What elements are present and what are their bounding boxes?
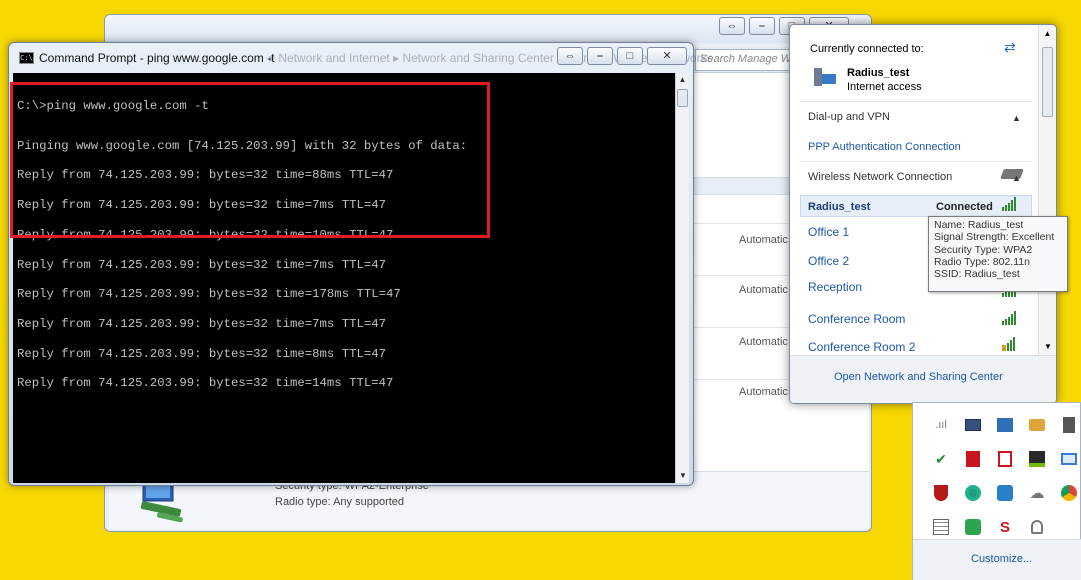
flyout-scrollbar[interactable]: ▲ ▼ [1038,25,1056,355]
pdf-reader-icon[interactable] [995,449,1015,469]
connect-mode: Automatic [739,234,788,246]
network-tooltip: Name: Radius_test Signal Strength: Excel… [928,216,1068,292]
signal-bars-icon [1002,197,1016,211]
tray-footer: Customize... [913,539,1081,580]
network-bars-icon[interactable]: .ııl [931,415,951,435]
maximize-button[interactable]: □ [617,47,643,65]
collapse-icon[interactable]: ▲ [1012,173,1021,183]
console-line: Reply from 74.125.203.99: bytes=32 time=… [17,316,386,331]
gpu-icon[interactable] [1027,517,1047,537]
radio-type-label: Radio type: Any supported [275,496,405,508]
connect-mode: Automatic [739,336,788,348]
close-button[interactable]: ✕ [647,47,687,65]
network-item-conference-room-2[interactable]: Conference Room 2 [808,340,915,354]
shield-signal-icon [1002,337,1015,351]
divider [800,101,1032,102]
scroll-thumb[interactable] [1042,47,1053,117]
network-item-conference-room[interactable]: Conference Room [808,312,905,326]
network-flyout: Currently connected to: ⇄ Radius_test In… [789,24,1057,404]
dialup-section-header[interactable]: Dial-up and VPN [808,111,890,123]
tooltip-security: Security Type: WPA2 [934,243,1033,256]
divider [800,161,1032,162]
cmd-window-controls: ⇔ ⎯ □ ✕ [557,47,687,65]
cmd-app-icon: C:\ [19,52,34,64]
device-icon[interactable] [1059,415,1079,435]
customize-link[interactable]: Customize... [971,553,1032,565]
shield-check-icon[interactable]: ✔ [931,449,951,469]
signal-bars-icon [1002,311,1016,325]
remote-icon[interactable] [995,483,1015,503]
console-line: Reply from 74.125.203.99: bytes=32 time=… [17,346,386,361]
network-item-office-2[interactable]: Office 2 [808,254,849,268]
current-network-status: Internet access [847,81,922,93]
highlight-annotation [10,82,490,238]
open-network-center-link[interactable]: Open Network and Sharing Center [834,371,1003,383]
mcafee-icon[interactable] [931,483,951,503]
console-line: Reply from 74.125.203.99: bytes=32 time=… [17,287,401,302]
refresh-icon[interactable]: ⇄ [1004,39,1016,56]
tooltip-radio: Radio Type: 802.11n [934,255,1030,268]
network-icon [814,68,836,86]
connect-mode: Automatic [739,284,788,296]
grid-icon[interactable] [931,517,951,537]
cmd-window-title: Command Prompt - ping www.google.com -t [39,51,275,65]
sync-icon[interactable]: S [995,517,1015,537]
pdf-icon[interactable] [963,449,983,469]
console-scrollbar[interactable]: ▲ ▼ [675,73,689,483]
scroll-up-icon[interactable]: ▲ [1039,25,1056,38]
scroll-down-icon[interactable]: ▼ [676,469,690,483]
current-network-name: Radius_test [847,67,910,79]
flyout-footer: Open Network and Sharing Center [790,355,1056,403]
monitor-icon[interactable] [963,415,983,435]
display-icon[interactable] [995,415,1015,435]
chrome-color-icon[interactable] [1059,483,1079,503]
tooltip-name: Name: Radius_test [934,219,1024,231]
snap-button[interactable]: ⇔ [719,17,745,35]
tooltip-signal: Signal Strength: Excellent [934,231,1055,244]
tray-icon-grid: .ııl ✔ ☁ S [931,415,1079,537]
wireless-section-header[interactable]: Wireless Network Connection [808,171,952,183]
scroll-thumb[interactable] [677,89,688,107]
tooltip-ssid: SSID: Radius_test [934,268,1020,281]
folder-icon[interactable] [1027,415,1047,435]
messenger-icon[interactable] [963,517,983,537]
network-item-office-1[interactable]: Office 1 [808,225,849,239]
minimize-button[interactable]: ⎯ [749,17,775,35]
connect-mode: Automatic [739,386,788,398]
scroll-down-icon[interactable]: ▼ [1039,342,1056,351]
minimize-button[interactable]: ⎯ [587,47,613,65]
console-line: Reply from 74.125.203.99: bytes=32 time=… [17,257,386,272]
ppp-connection-item[interactable]: PPP Authentication Connection [808,141,961,153]
connected-label: Connected [936,201,993,213]
nvidia-icon[interactable] [1027,449,1047,469]
currently-connected-label: Currently connected to: [810,43,924,55]
console-line: Reply from 74.125.203.99: bytes=32 time=… [17,376,394,391]
network-item-reception[interactable]: Reception [808,280,862,294]
cloud-icon[interactable]: ☁ [1027,483,1047,503]
window-icon[interactable] [1059,449,1079,469]
network-item-radius-test[interactable]: Radius_test [808,201,870,213]
tray-overflow-panel: .ııl ✔ ☁ S Customize... [912,402,1081,580]
snap-button[interactable]: ⇔ [557,47,583,65]
collapse-icon[interactable]: ▲ [1012,113,1021,123]
chrome-icon[interactable] [963,483,983,503]
scroll-up-icon[interactable]: ▲ [676,73,689,87]
